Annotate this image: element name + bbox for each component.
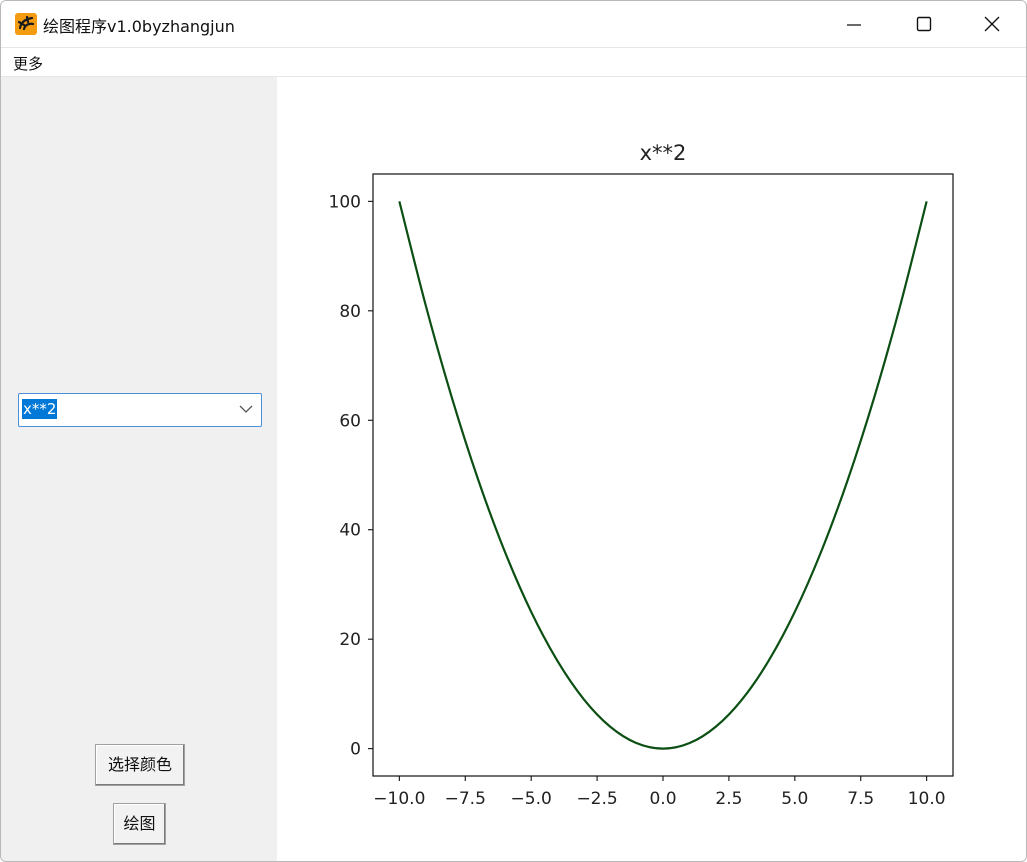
minimize-button[interactable]	[819, 1, 889, 47]
y-tick-label: 100	[329, 192, 361, 212]
x-tick-label: −10.0	[373, 789, 425, 809]
maximize-button[interactable]	[889, 1, 959, 47]
control-panel: x**2 选择颜色 绘图	[1, 77, 277, 861]
plot-frame	[372, 173, 954, 777]
x-tick-label: 2.5	[715, 789, 742, 809]
plot-canvas: x**2 −10.0 −7.5 −5.0 −2.5 0.0 2.5 5.0 7.5 10.0 0 20…	[277, 77, 1026, 861]
minimize-icon	[847, 24, 861, 26]
y-tick-label: 40	[339, 521, 361, 541]
title-bar[interactable]: 绘图程序v1.0byzhangjun	[1, 1, 1026, 47]
app-logo-icon	[15, 13, 37, 35]
x-tick-label: 7.5	[847, 789, 874, 809]
menu-item-more[interactable]: 更多	[13, 53, 43, 74]
y-tick-label: 80	[339, 302, 361, 322]
series-line	[398, 201, 928, 750]
window-title: 绘图程序v1.0byzhangjun	[43, 17, 235, 36]
app-window: 绘图程序v1.0byzhangjun 更多 x**2 选择颜色 绘图 x**2 …	[0, 0, 1027, 862]
menu-bar: 更多	[1, 47, 1026, 77]
y-tick-label: 60	[339, 411, 361, 431]
x-tick-label: 0.0	[649, 789, 676, 809]
x-tick-label: 5.0	[781, 789, 808, 809]
x-tick-label: −5.0	[511, 789, 552, 809]
chart-title: x**2	[640, 141, 687, 165]
choose-color-button[interactable]: 选择颜色	[95, 744, 185, 786]
draw-button[interactable]: 绘图	[113, 803, 166, 845]
x-tick-label: −7.5	[445, 789, 486, 809]
close-button[interactable]	[957, 1, 1026, 47]
close-icon	[984, 16, 1000, 32]
y-tick-label: 0	[350, 740, 361, 760]
x-tick-label: −2.5	[576, 789, 617, 809]
chart: x**2 −10.0 −7.5 −5.0 −2.5 0.0 2.5 5.0 7.5 10.0 0 20…	[329, 141, 954, 809]
x-tick-label: 10.0	[908, 789, 946, 809]
function-combobox-value[interactable]: x**2	[22, 399, 58, 419]
y-tick-label: 20	[339, 630, 361, 650]
maximize-icon	[916, 16, 932, 32]
chevron-down-icon[interactable]	[239, 404, 253, 414]
function-combobox[interactable]: x**2	[18, 393, 262, 427]
